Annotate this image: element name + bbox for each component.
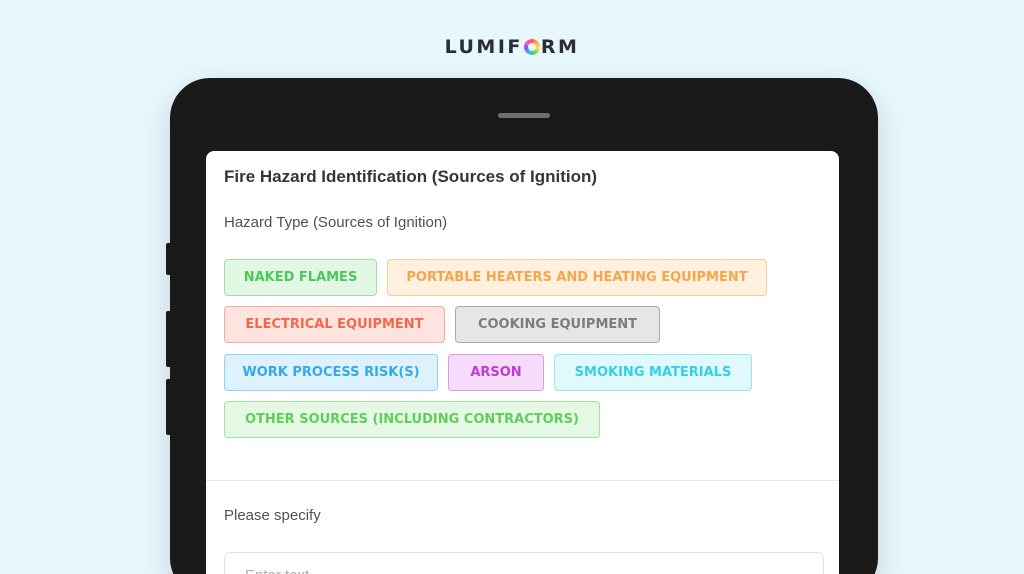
question-label: Hazard Type (Sources of Ignition) bbox=[224, 214, 448, 231]
specify-text-input[interactable] bbox=[224, 552, 824, 574]
specify-label: Please specify bbox=[224, 507, 321, 524]
logo-text-end: RM bbox=[540, 36, 580, 58]
option-portable-heaters[interactable]: PORTABLE HEATERS AND HEATING EQUIPMENT bbox=[387, 259, 767, 296]
option-smoking-materials[interactable]: SMOKING MATERIALS bbox=[554, 354, 752, 391]
logo-text-start: LUMIF bbox=[444, 36, 523, 58]
option-work-process-risks[interactable]: WORK PROCESS RISK(S) bbox=[224, 354, 438, 391]
option-other-sources[interactable]: OTHER SOURCES (INCLUDING CONTRACTORS) bbox=[224, 401, 600, 438]
option-electrical-equipment[interactable]: ELECTRICAL EQUIPMENT bbox=[224, 306, 445, 343]
lumiform-logo: LUMIF RM bbox=[0, 36, 1024, 58]
section-divider bbox=[206, 480, 839, 481]
option-arson[interactable]: ARSON bbox=[448, 354, 544, 391]
section-title: Fire Hazard Identification (Sources of I… bbox=[224, 167, 598, 186]
logo-o-icon bbox=[523, 39, 540, 55]
option-naked-flames[interactable]: NAKED FLAMES bbox=[224, 259, 377, 296]
form-screen: Fire Hazard Identification (Sources of I… bbox=[206, 151, 839, 574]
background: LUMIF RM Fire Hazard Identification (Sour… bbox=[0, 0, 1024, 574]
tablet-speaker bbox=[498, 113, 550, 118]
option-cooking-equipment[interactable]: COOKING EQUIPMENT bbox=[455, 306, 660, 343]
